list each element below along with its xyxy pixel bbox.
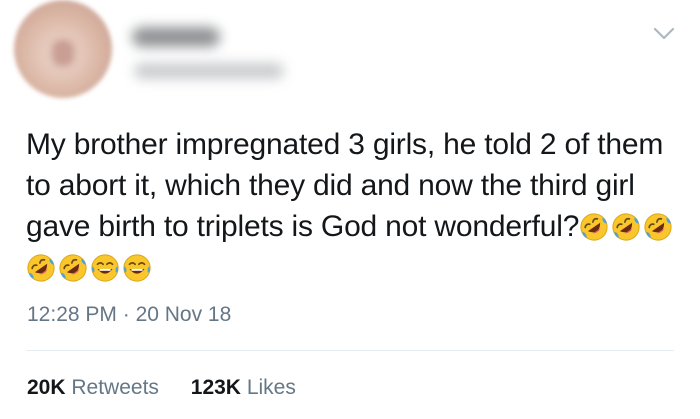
face-with-tears-of-joy-icon xyxy=(123,254,151,282)
tweet-stats: 20K Retweets 123K Likes xyxy=(27,376,322,400)
display-name-blurred[interactable] xyxy=(132,27,220,47)
likes-stat[interactable]: 123K Likes xyxy=(191,376,296,399)
retweets-stat[interactable]: 20K Retweets xyxy=(27,376,159,399)
rolling-on-floor-laughing-icon xyxy=(612,213,640,241)
rolling-on-floor-laughing-icon xyxy=(580,213,608,241)
avatar[interactable] xyxy=(14,0,112,98)
divider xyxy=(26,350,674,351)
retweets-count: 20K xyxy=(27,376,66,399)
tweet-time: 12:28 PM xyxy=(27,303,117,326)
rolling-on-floor-laughing-icon xyxy=(644,213,672,241)
rolling-on-floor-laughing-icon xyxy=(59,254,87,282)
likes-count: 123K xyxy=(190,376,241,399)
timestamp-separator: · xyxy=(116,303,136,326)
face-with-tears-of-joy-icon xyxy=(91,254,119,282)
retweets-label: Retweets xyxy=(71,376,159,399)
likes-label: Likes xyxy=(246,376,296,399)
tweet-text: My brother impregnated 3 girls, he told … xyxy=(26,128,664,243)
tweet-date: 20 Nov 18 xyxy=(135,303,232,326)
tweet-body: My brother impregnated 3 girls, he told … xyxy=(26,124,686,288)
rolling-on-floor-laughing-icon xyxy=(27,254,55,282)
tweet-timestamp[interactable]: 12:28 PM · 20 Nov 18 xyxy=(27,303,231,327)
chevron-down-icon[interactable] xyxy=(644,14,684,54)
username-blurred xyxy=(134,63,284,79)
